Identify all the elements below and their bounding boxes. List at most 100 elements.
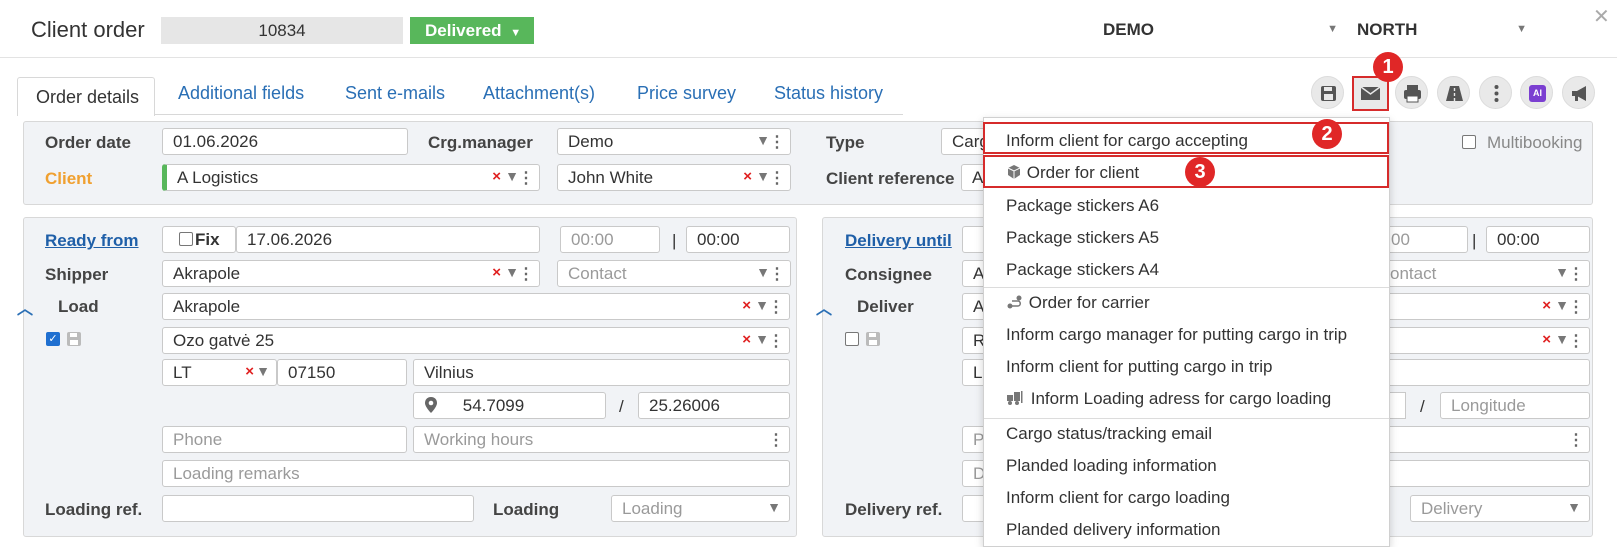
deliver-checkbox[interactable] [845, 332, 859, 346]
load-address-field[interactable]: Ozo gatvė 25 × ▼ ⋮ [162, 327, 790, 354]
menu-item-order-for-carrier[interactable]: Order for carrier [1006, 293, 1150, 313]
ready-date-field[interactable]: 17.06.2026 [236, 226, 540, 253]
vertical-dots-icon[interactable]: ⋮ [1568, 264, 1584, 284]
route-button[interactable] [1437, 76, 1470, 109]
menu-item-cargo-tracking-email[interactable]: Cargo status/tracking email [1006, 424, 1212, 444]
save-button[interactable] [1311, 76, 1344, 109]
delivery-until-link[interactable]: Delivery until [845, 231, 952, 251]
vertical-dots-icon[interactable]: ⋮ [768, 331, 784, 351]
city-value: Vilnius [424, 363, 474, 382]
close-icon[interactable]: ✕ [1593, 4, 1610, 29]
status-dropdown[interactable]: Delivered ▼ [410, 17, 534, 44]
consignee-contact-select[interactable]: ontact ▼ ⋮ [1380, 260, 1590, 287]
tab-sent-emails[interactable]: Sent e-mails [345, 83, 445, 104]
more-button[interactable] [1479, 76, 1512, 109]
working-hours-field[interactable]: Working hours ⋮ [413, 426, 790, 453]
tab-attachments[interactable]: Attachment(s) [483, 83, 595, 104]
menu-item-inform-manager-trip[interactable]: Inform cargo manager for putting cargo i… [1006, 325, 1347, 345]
deliver-longitude-field[interactable]: Longitude [1440, 392, 1590, 419]
city-field[interactable]: Vilnius [413, 359, 790, 386]
menu-item-inform-client-trip[interactable]: Inform client for putting cargo in trip [1006, 357, 1272, 377]
print-button[interactable] [1395, 76, 1428, 109]
loading-ref-label: Loading ref. [45, 500, 143, 519]
country-select[interactable]: LT × ▼ [162, 359, 277, 386]
vertical-dots-icon[interactable]: ⋮ [1568, 430, 1584, 450]
clear-icon[interactable]: × [742, 297, 751, 314]
menu-item-package-stickers-a6[interactable]: Package stickers A6 [1006, 196, 1159, 216]
deliver-place-controls[interactable]: × ▼ ⋮ [1380, 293, 1590, 320]
postcode-field[interactable]: 07150 [277, 359, 407, 386]
shipper-field[interactable]: Akrapole × ▼ ⋮ [162, 260, 540, 287]
multibooking-label: Multibooking [1487, 133, 1583, 152]
vertical-dots-icon[interactable]: ⋮ [769, 264, 785, 284]
order-date-label: Order date [45, 133, 131, 152]
country-value: LT [173, 363, 192, 382]
vertical-dots-icon[interactable]: ⋮ [768, 297, 784, 317]
clear-icon[interactable]: × [743, 168, 752, 185]
vertical-dots-icon[interactable]: ⋮ [769, 168, 785, 188]
save-address-icon[interactable] [66, 331, 82, 347]
ready-from-link[interactable]: Ready from [45, 231, 139, 251]
clear-icon[interactable]: × [1542, 297, 1551, 314]
vertical-dots-icon[interactable]: ⋮ [518, 168, 534, 188]
shipper-contact-select[interactable]: Contact ▼ ⋮ [557, 260, 791, 287]
delivery-time-to[interactable]: 00:00 [1486, 226, 1590, 253]
tab-additional-fields[interactable]: Additional fields [178, 83, 304, 104]
region-select[interactable]: NORTH ▼ [1357, 20, 1527, 44]
tab-order-details[interactable]: Order details [17, 77, 155, 116]
save-address-icon[interactable] [865, 331, 881, 347]
collapse-chevron-icon[interactable]: ︿ [17, 295, 33, 319]
menu-item-planned-delivery-info[interactable]: Planded delivery information [1006, 520, 1221, 540]
delivery-remarks-end[interactable] [1380, 460, 1590, 487]
deliver-city-field[interactable] [1380, 359, 1590, 386]
menu-item-package-stickers-a4[interactable]: Package stickers A4 [1006, 260, 1159, 280]
clear-icon[interactable]: × [1542, 331, 1551, 348]
vertical-dots-icon[interactable]: ⋮ [1568, 331, 1584, 351]
fix-toggle[interactable]: Fix [162, 226, 236, 253]
menu-item-package-stickers-a5[interactable]: Package stickers A5 [1006, 228, 1159, 248]
vertical-dots-icon[interactable]: ⋮ [769, 132, 785, 152]
delivery-time-from[interactable]: 00 [1380, 226, 1468, 253]
cargo-manager-select[interactable]: Demo ▼ ⋮ [557, 128, 791, 155]
phone-ph: Phone [173, 430, 223, 449]
delivery-select[interactable]: Delivery ▼ [1410, 495, 1590, 522]
load-checkbox[interactable]: ✓ [46, 332, 60, 346]
loading-ref-field[interactable] [162, 495, 474, 522]
menu-item-inform-loading-address[interactable]: Inform Loading adress for cargo loading [1006, 389, 1331, 409]
save-icon [1321, 86, 1336, 101]
vertical-dots-icon[interactable]: ⋮ [518, 264, 534, 284]
longitude-field[interactable]: 25.26006 [638, 392, 790, 419]
multibooking-checkbox[interactable] [1462, 135, 1476, 149]
ai-button[interactable]: AI [1520, 76, 1553, 109]
latitude-field[interactable]: 54.7099 [413, 392, 606, 419]
loading-remarks-field[interactable]: Loading remarks [162, 460, 790, 487]
ready-time-to[interactable]: 00:00 [686, 226, 790, 253]
loading-select[interactable]: Loading ▼ [611, 495, 790, 522]
menu-item-planned-loading-info[interactable]: Planded loading information [1006, 456, 1217, 476]
vertical-dots-icon[interactable]: ⋮ [768, 430, 784, 450]
load-place-field[interactable]: Akrapole × ▼ ⋮ [162, 293, 790, 320]
tab-price-survey[interactable]: Price survey [637, 83, 736, 104]
menu-item-inform-client-loading[interactable]: Inform client for cargo loading [1006, 488, 1230, 508]
consignee-contact-ph: ontact [1390, 264, 1437, 283]
collapse-chevron-icon[interactable]: ︿ [816, 295, 832, 319]
deliver-address-controls[interactable]: × ▼ ⋮ [1380, 327, 1590, 354]
vertical-dots-icon[interactable]: ⋮ [1568, 297, 1584, 317]
clear-icon[interactable]: × [742, 331, 751, 348]
order-date-field[interactable]: 01.06.2026 [162, 128, 408, 155]
fix-checkbox[interactable] [179, 232, 193, 246]
caret-down-icon: ▼ [756, 132, 770, 148]
clear-icon[interactable]: × [492, 264, 501, 281]
order-number-field[interactable]: 10834 [161, 17, 403, 44]
clear-icon[interactable]: × [245, 363, 254, 380]
phone-field[interactable]: Phone [162, 426, 407, 453]
tab-status-history[interactable]: Status history [774, 83, 883, 104]
client-field[interactable]: A Logistics × ▼ ⋮ [162, 164, 540, 191]
company-select[interactable]: DEMO ▼ [1103, 20, 1338, 44]
deliver-label: Deliver [857, 297, 914, 316]
ready-time-from[interactable]: 00:00 [560, 226, 660, 253]
client-contact-select[interactable]: John White × ▼ ⋮ [557, 164, 791, 191]
clear-icon[interactable]: × [492, 168, 501, 185]
announce-button[interactable] [1562, 76, 1595, 109]
deliver-hours-controls[interactable]: ⋮ [1380, 426, 1590, 453]
